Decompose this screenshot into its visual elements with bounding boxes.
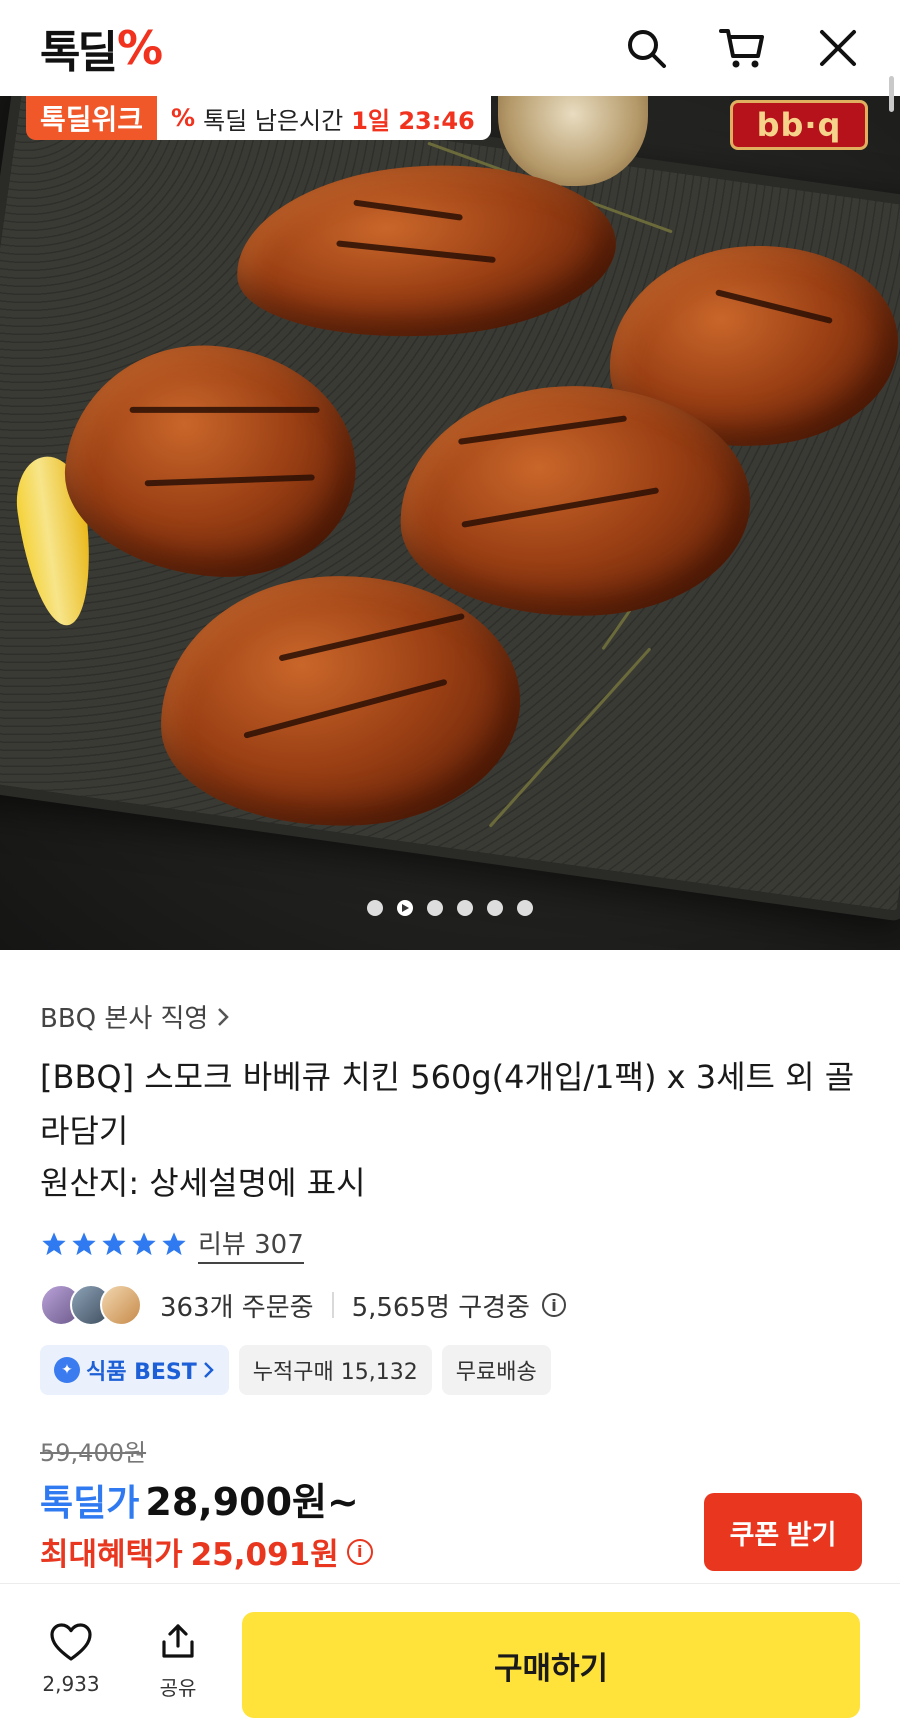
deal-price: 28,900원~ <box>145 1480 359 1524</box>
carousel-dot[interactable] <box>517 900 533 916</box>
header-actions <box>622 24 862 72</box>
chevron-right-icon <box>203 1362 214 1378</box>
info-icon[interactable]: i <box>541 1293 566 1317</box>
countdown-value: 1일 23:46 <box>351 106 475 135</box>
bottom-action-bar: 2,933 공유 구매하기 <box>0 1583 900 1729</box>
best-badge-label: 식품 BEST <box>86 1360 197 1385</box>
star-icon <box>162 1232 186 1256</box>
star-icon <box>72 1232 96 1256</box>
seller-name: BBQ 본사 직영 <box>40 1004 209 1034</box>
deal-countdown-banner: 톡딜위크 % 톡딜 남은시간 1일 23:46 <box>26 96 491 140</box>
free-shipping-badge: 무료배송 <box>441 1345 551 1395</box>
product-origin: 원산지: 상세설명에 표시 <box>40 1164 366 1202</box>
star-icon <box>42 1232 66 1256</box>
best-badge[interactable]: ✦ 식품 BEST <box>40 1345 229 1395</box>
product-title: [BBQ] 스모크 바베큐 치킨 560g(4개입/1팩) x 3세트 외 골라… <box>40 1058 855 1150</box>
original-price: 59,400원 <box>40 1439 147 1467</box>
seller-link[interactable]: BBQ 본사 직영 <box>40 998 230 1035</box>
carousel-dot-active[interactable] <box>397 900 413 916</box>
promo-tag: 톡딜위크 <box>26 96 158 140</box>
divider <box>331 1292 334 1318</box>
deal-price-row: 톡딜가 28,900원~ <box>40 1471 359 1526</box>
product-image-carousel[interactable]: 톡딜위크 % 톡딜 남은시간 1일 23:46 bb·q <box>0 96 900 950</box>
buy-button[interactable]: 구매하기 <box>242 1612 860 1718</box>
share-button[interactable]: 공유 <box>150 1622 206 1701</box>
share-icon <box>162 1624 194 1658</box>
star-icon <box>132 1232 156 1256</box>
deal-price-label: 톡딜가 <box>40 1483 140 1524</box>
max-benefit-price: 25,091원 <box>190 1537 339 1573</box>
star-icon <box>102 1232 126 1256</box>
countdown-box: % 톡딜 남은시간 1일 23:46 <box>157 96 491 140</box>
max-benefit-label: 최대혜택가 <box>40 1537 183 1573</box>
max-benefit-row: 최대혜택가 25,091원 i <box>40 1529 373 1574</box>
bbq-brand-logo: bb·q <box>730 100 868 150</box>
search-icon[interactable] <box>622 24 670 72</box>
play-icon <box>402 904 409 912</box>
logo-percent: % <box>116 21 163 75</box>
avatar <box>100 1284 142 1326</box>
brand-logo[interactable]: 톡딜% <box>40 16 163 80</box>
rating-row: 리뷰 307 <box>40 1224 304 1264</box>
buyer-avatars <box>40 1284 142 1326</box>
carousel-dot[interactable] <box>427 900 443 916</box>
cart-icon[interactable] <box>718 24 766 72</box>
cumulative-purchase-badge: 누적구매 15,132 <box>238 1345 432 1395</box>
wish-count: 2,933 <box>42 1672 100 1696</box>
viewers-count: 5,565명 구경중 <box>351 1292 530 1323</box>
heart-icon <box>50 1623 92 1661</box>
carousel-dot[interactable] <box>487 900 503 916</box>
chevron-right-icon <box>218 1007 230 1026</box>
close-icon[interactable] <box>814 24 862 72</box>
percent-icon: % <box>171 104 196 132</box>
coupon-button[interactable]: 쿠폰 받기 <box>704 1493 862 1571</box>
carousel-indicators <box>0 900 900 916</box>
share-label: 공유 <box>159 1676 197 1700</box>
info-icon[interactable]: i <box>346 1538 373 1565</box>
scrollbar[interactable] <box>889 76 894 112</box>
countdown-label: 톡딜 남은시간 <box>203 106 344 135</box>
activity-stats: 363개 주문중 5,565명 구경중 i <box>40 1284 566 1326</box>
best-gear-icon: ✦ <box>54 1357 80 1383</box>
orders-count: 363개 주문중 <box>160 1292 314 1323</box>
top-header: 톡딜% <box>0 0 900 96</box>
carousel-dot[interactable] <box>457 900 473 916</box>
badge-row: ✦ 식품 BEST 누적구매 15,132 무료배송 <box>40 1345 551 1395</box>
review-link[interactable]: 리뷰 307 <box>198 1224 304 1264</box>
wishlist-button[interactable]: 2,933 <box>40 1622 102 1696</box>
logo-text: 톡딜 <box>40 27 118 78</box>
star-rating <box>40 1230 188 1258</box>
carousel-dot[interactable] <box>367 900 383 916</box>
